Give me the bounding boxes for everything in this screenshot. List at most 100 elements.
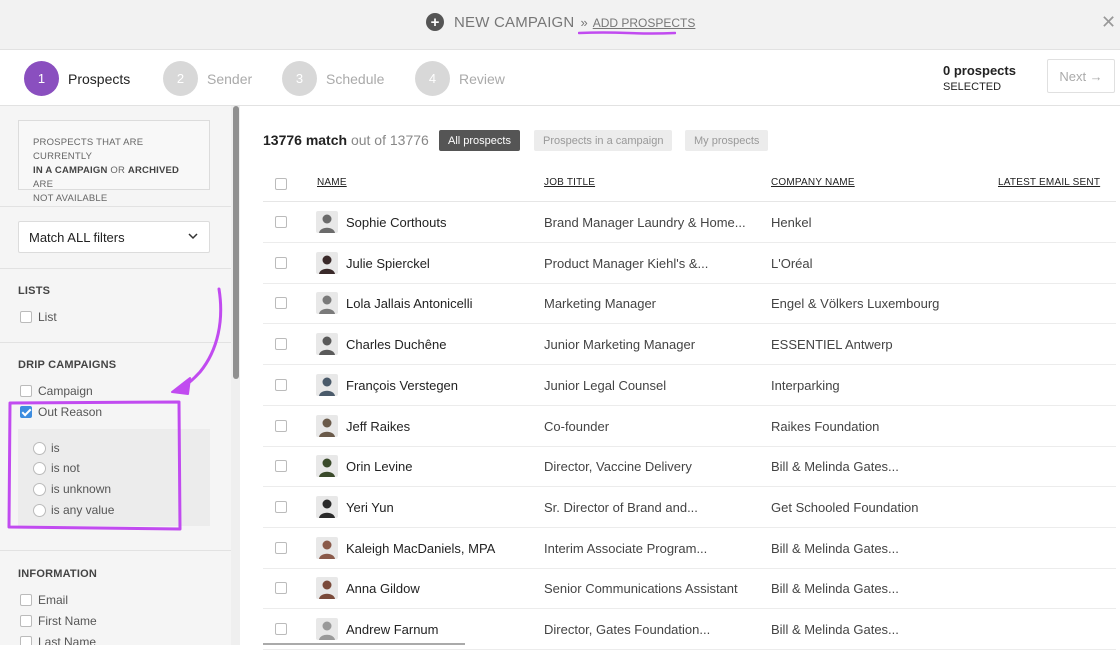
- checkbox[interactable]: [20, 311, 32, 323]
- prospect-name[interactable]: Orin Levine: [346, 459, 412, 474]
- divider: [0, 206, 231, 207]
- row-checkbox[interactable]: [275, 460, 287, 473]
- avatar: [316, 455, 338, 478]
- selected-count: 0 prospects: [943, 63, 1016, 78]
- filter-out-reason-checkbox[interactable]: Out Reason: [20, 405, 102, 419]
- selected-label: SELECTED: [943, 81, 1002, 93]
- row-checkbox[interactable]: [275, 378, 287, 391]
- pill-my-prospects[interactable]: My prospects: [685, 130, 769, 151]
- prospect-name[interactable]: Lola Jallais Antonicelli: [346, 296, 472, 311]
- filter-label: Campaign: [38, 384, 93, 398]
- prospect-company: Bill & Melinda Gates...: [771, 622, 899, 637]
- section-drip-title: DRIP CAMPAIGNS: [18, 359, 117, 371]
- availability-notice: PROSPECTS THAT ARE CURRENTLY IN A CAMPAI…: [18, 120, 210, 204]
- radio-button[interactable]: [33, 441, 46, 455]
- table-row[interactable]: Julie Spierckel Product Manager Kiehl's &…: [263, 243, 1116, 284]
- radio-is-not[interactable]: is not: [33, 461, 80, 475]
- checkbox[interactable]: [20, 636, 32, 645]
- prospect-name[interactable]: Sophie Corthouts: [346, 215, 446, 230]
- table-row[interactable]: Lola Jallais Antonicelli Marketing Manage…: [263, 283, 1116, 325]
- prospect-name[interactable]: Jeff Raikes: [346, 419, 410, 434]
- step-prospects[interactable]: 1 Prospects: [24, 61, 130, 96]
- row-checkbox[interactable]: [275, 338, 287, 351]
- checkbox[interactable]: [20, 385, 32, 397]
- filter-first-name-checkbox[interactable]: First Name: [20, 614, 97, 628]
- step-schedule[interactable]: 3 Schedule: [282, 61, 384, 96]
- filter-sidebar: PROSPECTS THAT ARE CURRENTLY IN A CAMPAI…: [0, 106, 240, 645]
- step-number: 4: [415, 61, 450, 96]
- prospects-main: 13776 match out of 13776 All prospects P…: [240, 106, 1120, 650]
- section-lists-title: LISTS: [18, 285, 51, 297]
- sidebar-scrollbar-thumb[interactable]: [233, 106, 239, 379]
- prospect-name[interactable]: Yeri Yun: [346, 500, 394, 515]
- filter-label: Out Reason: [38, 405, 103, 419]
- avatar: [316, 292, 338, 315]
- plus-icon: +: [426, 13, 444, 31]
- row-checkbox[interactable]: [275, 256, 287, 269]
- match-count: 13776 match out of 13776: [263, 132, 429, 148]
- prospect-name[interactable]: Kaleigh MacDaniels, MPA: [346, 541, 495, 556]
- table-row[interactable]: François Verstegen Junior Legal Counsel In…: [263, 365, 1116, 406]
- radio-button[interactable]: [33, 482, 46, 496]
- table-row[interactable]: Charles Duchêne Junior Marketing Manager E…: [263, 324, 1116, 366]
- radio-label: is any value: [51, 503, 115, 517]
- table-row[interactable]: Anna Gildow Senior Communications Assista…: [263, 568, 1116, 610]
- avatar: [316, 333, 338, 356]
- prospect-name[interactable]: Charles Duchêne: [346, 337, 446, 352]
- title-new-campaign: NEW CAMPAIGN: [454, 13, 575, 31]
- prospect-job-title: Sr. Director of Brand and...: [544, 499, 698, 515]
- select-all-checkbox[interactable]: [275, 178, 287, 190]
- table-row[interactable]: Yeri Yun Sr. Director of Brand and... Get …: [263, 487, 1116, 528]
- divider: [0, 342, 231, 343]
- radio-button[interactable]: [33, 503, 46, 517]
- avatar: [316, 618, 338, 640]
- table-row[interactable]: Jeff Raikes Co-founder Raikes Foundation: [263, 406, 1116, 447]
- column-name[interactable]: NAME: [317, 177, 347, 188]
- filter-list-checkbox[interactable]: List: [20, 310, 57, 324]
- notice-not-available: NOT AVAILABLE: [33, 193, 108, 204]
- pill-all-prospects[interactable]: All prospects: [439, 130, 520, 151]
- prospect-name[interactable]: Julie Spierckel: [346, 256, 430, 271]
- highlight-underline: [578, 31, 676, 35]
- match-filters-select[interactable]: Match ALL filters: [18, 221, 210, 253]
- filter-campaign-checkbox[interactable]: Campaign: [20, 384, 93, 398]
- table-row[interactable]: Orin Levine Director, Vaccine Delivery Bil…: [263, 446, 1116, 488]
- filter-last-name-checkbox[interactable]: Last Name: [20, 635, 96, 645]
- column-job-title[interactable]: JOB TITLE: [544, 177, 595, 188]
- step-number: 2: [163, 61, 198, 96]
- checkbox[interactable]: [20, 594, 32, 606]
- row-checkbox[interactable]: [275, 297, 287, 310]
- radio-button[interactable]: [33, 461, 46, 475]
- row-checkbox[interactable]: [275, 500, 287, 513]
- checkbox[interactable]: [20, 615, 32, 627]
- table-row[interactable]: Kaleigh MacDaniels, MPA Interim Associate…: [263, 528, 1116, 569]
- row-checkbox[interactable]: [275, 216, 287, 228]
- row-checkbox[interactable]: [275, 582, 287, 595]
- notice-archived: ARCHIVED: [127, 165, 180, 176]
- prospect-name[interactable]: Anna Gildow: [346, 581, 420, 596]
- title-add-prospects: ADD PROSPECTS: [592, 16, 696, 30]
- prospect-company: Raikes Foundation: [771, 418, 880, 434]
- radio-is-unknown[interactable]: is unknown: [33, 482, 111, 496]
- column-company-name[interactable]: COMPANY NAME: [771, 177, 855, 188]
- step-review[interactable]: 4 Review: [415, 61, 505, 96]
- pill-prospects-in-campaign[interactable]: Prospects in a campaign: [534, 130, 673, 151]
- row-checkbox[interactable]: [275, 623, 287, 635]
- radio-is[interactable]: is: [33, 441, 60, 455]
- row-checkbox[interactable]: [275, 541, 287, 554]
- prospect-name[interactable]: Andrew Farnum: [346, 622, 438, 637]
- checkbox-checked[interactable]: [20, 406, 32, 418]
- prospect-name[interactable]: François Verstegen: [346, 378, 458, 393]
- row-checkbox[interactable]: [275, 419, 287, 432]
- avatar: [316, 373, 338, 396]
- filter-email-checkbox[interactable]: Email: [20, 593, 68, 607]
- prospect-company: ESSENTIEL Antwerp: [771, 337, 893, 353]
- column-latest-email-sent[interactable]: LATEST EMAIL SENT: [998, 177, 1100, 188]
- close-icon[interactable]: ✕: [1101, 12, 1116, 33]
- table-row[interactable]: Sophie Corthouts Brand Manager Laundry & …: [263, 202, 1116, 243]
- radio-is-any-value[interactable]: is any value: [33, 503, 114, 517]
- step-sender[interactable]: 2 Sender: [163, 61, 252, 96]
- next-button[interactable]: Next →: [1047, 59, 1115, 93]
- prospect-company: Bill & Melinda Gates...: [771, 459, 899, 475]
- step-label: Prospects: [68, 70, 131, 87]
